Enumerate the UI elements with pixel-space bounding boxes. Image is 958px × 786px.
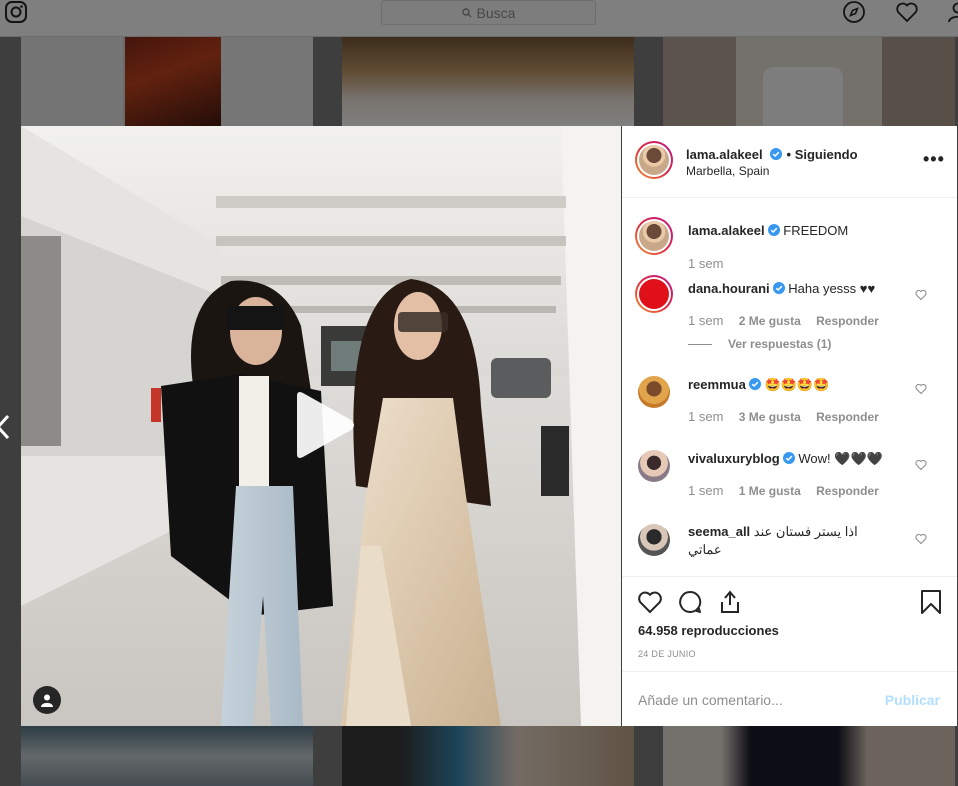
comment-text: Wow! 🖤🖤🖤 — [798, 451, 883, 466]
comment-input[interactable] — [638, 690, 878, 710]
comment-text: 🤩🤩🤩🤩 — [764, 377, 830, 392]
commenter-avatar[interactable] — [638, 524, 670, 556]
reply-button[interactable]: Responder — [816, 484, 879, 498]
tagged-users-button[interactable] — [33, 686, 61, 714]
post-video[interactable] — [21, 126, 621, 726]
follow-status[interactable]: • Siguiendo — [787, 147, 858, 162]
author-avatar[interactable] — [635, 141, 673, 179]
verified-badge-icon — [782, 452, 795, 464]
heart-icon[interactable] — [915, 289, 927, 301]
author-avatar[interactable] — [635, 217, 673, 255]
comment-item: vivaluxuryblog Wow! 🖤🖤🖤 1 sem 1 Me gusta… — [622, 448, 957, 508]
comment-likes[interactable]: 3 Me gusta — [739, 410, 801, 424]
caption-username[interactable]: lama.alakeel — [688, 223, 765, 238]
heart-icon[interactable] — [915, 383, 927, 395]
post-location[interactable]: Marbella, Spain — [686, 164, 769, 178]
add-comment-bar: Publicar — [622, 671, 957, 726]
author-username[interactable]: lama.alakeel — [686, 147, 763, 162]
comment-time[interactable]: 1 sem — [688, 409, 723, 424]
comment-likes[interactable]: 1 Me gusta — [739, 484, 801, 498]
commenter-username[interactable]: vivaluxuryblog — [688, 451, 780, 466]
reply-button[interactable]: Responder — [816, 410, 879, 424]
publish-button[interactable]: Publicar — [885, 692, 940, 708]
commenter-avatar[interactable] — [638, 450, 670, 482]
verified-badge-icon — [767, 224, 780, 236]
caption-time[interactable]: 1 sem — [688, 256, 723, 271]
commenter-username[interactable]: dana.hourani — [688, 281, 770, 296]
commenter-username[interactable]: seema_all — [688, 524, 750, 539]
view-replies-button[interactable]: Ver respuestas (1) — [688, 337, 831, 351]
play-icon[interactable] — [291, 390, 357, 460]
comment-item: reemmua 🤩🤩🤩🤩 1 sem 3 Me gusta Responder — [622, 374, 957, 434]
post-date[interactable]: 24 DE JUNIO — [638, 649, 696, 659]
verified-badge-icon — [748, 378, 761, 390]
chevron-left-icon[interactable] — [0, 414, 10, 440]
caption-text: FREEDOM — [783, 223, 849, 238]
reply-button[interactable]: Responder — [816, 314, 879, 328]
verified-badge-icon — [770, 148, 783, 160]
heart-icon[interactable] — [915, 533, 927, 545]
comment-text: Haha yesss ♥♥ — [788, 281, 876, 296]
heart-icon[interactable] — [637, 589, 663, 615]
post-details-panel: lama.alakeel • Siguiendo Marbella, Spain… — [622, 126, 957, 726]
more-options-icon[interactable]: ••• — [923, 150, 944, 168]
post-header: lama.alakeel • Siguiendo Marbella, Spain… — [622, 126, 957, 198]
comment-time[interactable]: 1 sem — [688, 313, 723, 328]
comment-item: seema_all اذا يستر فستان عند عماتي — [622, 522, 957, 572]
person-icon — [41, 694, 53, 707]
post-actions: 64.958 reproducciones 24 DE JUNIO — [622, 576, 957, 671]
comment-item: dana.hourani Haha yesss ♥♥ 1 sem 2 Me gu… — [622, 275, 957, 356]
comment-time[interactable]: 1 sem — [688, 483, 723, 498]
commenter-avatar[interactable] — [635, 275, 673, 313]
comment-likes[interactable]: 2 Me gusta — [739, 314, 801, 328]
commenter-avatar[interactable] — [638, 376, 670, 408]
comment-icon[interactable] — [677, 589, 703, 615]
share-icon[interactable] — [717, 589, 743, 615]
view-count[interactable]: 64.958 reproducciones — [638, 623, 779, 638]
verified-badge-icon — [772, 282, 785, 294]
view-replies-label: Ver respuestas (1) — [728, 337, 832, 351]
post-caption: lama.alakeel FREEDOM 1 sem — [622, 214, 957, 276]
bookmark-icon[interactable] — [918, 589, 944, 615]
heart-icon[interactable] — [915, 459, 927, 471]
commenter-username[interactable]: reemmua — [688, 377, 746, 392]
